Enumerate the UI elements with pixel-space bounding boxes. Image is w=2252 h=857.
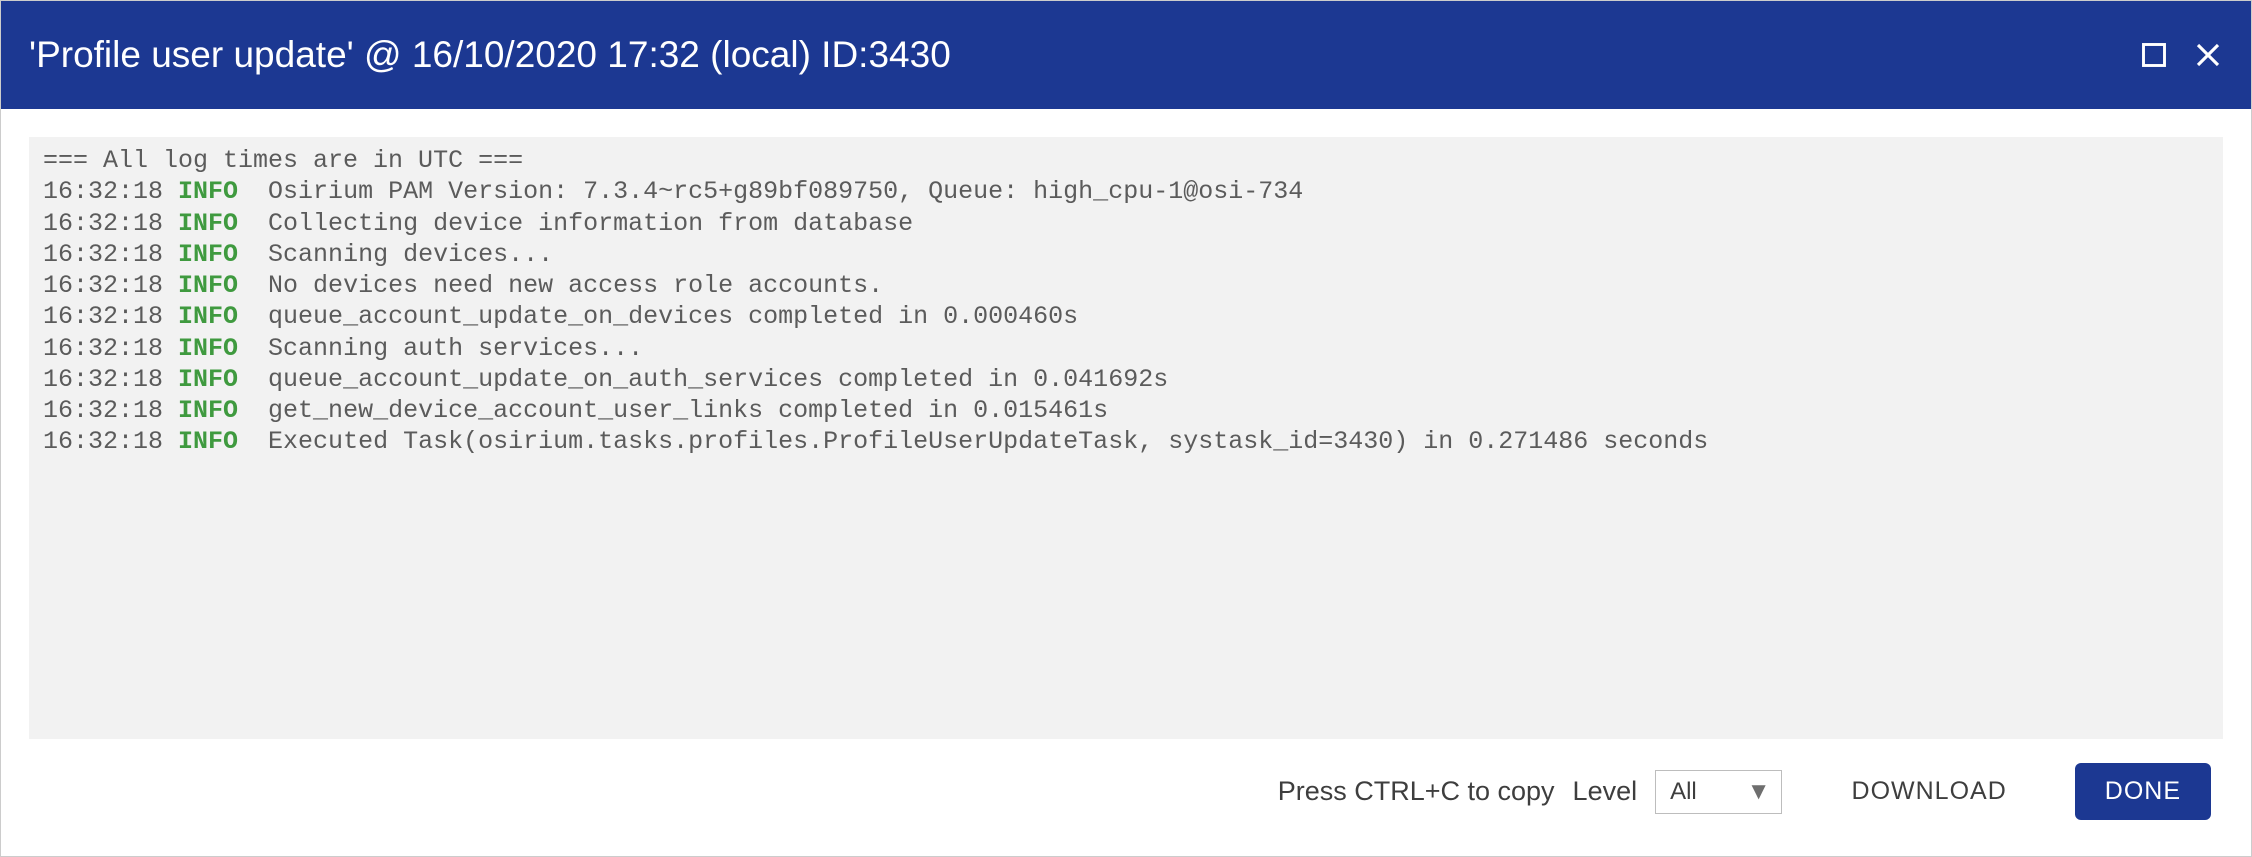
log-line: 16:32:18 INFO Osirium PAM Version: 7.3.4…: [43, 176, 2209, 207]
log-message: Executed Task(osirium.tasks.profiles.Pro…: [238, 427, 1708, 456]
log-time: 16:32:18: [43, 302, 178, 331]
log-level: INFO: [178, 365, 238, 394]
log-line: 16:32:18 INFO Executed Task(osirium.task…: [43, 426, 2209, 457]
level-select-value: All: [1670, 778, 1697, 806]
log-message: queue_account_update_on_auth_services co…: [238, 365, 1168, 394]
log-level: INFO: [178, 209, 238, 238]
level-select[interactable]: All ▼: [1655, 770, 1781, 814]
log-line: 16:32:18 INFO get_new_device_account_use…: [43, 395, 2209, 426]
log-message: No devices need new access role accounts…: [238, 271, 883, 300]
log-message: Scanning devices...: [238, 240, 553, 269]
log-message: Collecting device information from datab…: [238, 209, 913, 238]
log-message: Osirium PAM Version: 7.3.4~rc5+g89bf0897…: [238, 177, 1303, 206]
scroll-spacer: [43, 458, 2223, 459]
log-time: 16:32:18: [43, 271, 178, 300]
log-line: 16:32:18 INFO No devices need new access…: [43, 270, 2209, 301]
log-dialog: 'Profile user update' @ 16/10/2020 17:32…: [0, 0, 2252, 857]
window-controls: [2139, 40, 2223, 70]
titlebar: 'Profile user update' @ 16/10/2020 17:32…: [1, 1, 2251, 109]
log-level: INFO: [178, 302, 238, 331]
log-time: 16:32:18: [43, 209, 178, 238]
log-line: 16:32:18 INFO Collecting device informat…: [43, 208, 2209, 239]
log-line: 16:32:18 INFO queue_account_update_on_de…: [43, 301, 2209, 332]
dialog-footer: Press CTRL+C to copy Level All ▼ DOWNLOA…: [29, 739, 2223, 828]
log-line: 16:32:18 INFO Scanning devices...: [43, 239, 2209, 270]
log-message: get_new_device_account_user_links comple…: [238, 396, 1108, 425]
log-line: 16:32:18 INFO Scanning auth services...: [43, 333, 2209, 364]
log-level: INFO: [178, 334, 238, 363]
log-level: INFO: [178, 396, 238, 425]
log-time: 16:32:18: [43, 334, 178, 363]
log-time: 16:32:18: [43, 427, 178, 456]
log-output[interactable]: === All log times are in UTC ===16:32:18…: [29, 137, 2223, 739]
chevron-down-icon: ▼: [1747, 778, 1771, 806]
dialog-title: 'Profile user update' @ 16/10/2020 17:32…: [29, 34, 951, 76]
copy-hint: Press CTRL+C to copy: [1278, 776, 1555, 807]
log-header: === All log times are in UTC ===: [43, 145, 2209, 176]
log-time: 16:32:18: [43, 365, 178, 394]
done-button[interactable]: DONE: [2075, 763, 2211, 820]
dialog-content: === All log times are in UTC ===16:32:18…: [1, 109, 2251, 856]
log-level: INFO: [178, 271, 238, 300]
log-time: 16:32:18: [43, 177, 178, 206]
log-time: 16:32:18: [43, 396, 178, 425]
log-time: 16:32:18: [43, 240, 178, 269]
close-icon[interactable]: [2193, 40, 2223, 70]
maximize-icon[interactable]: [2139, 40, 2169, 70]
log-level: INFO: [178, 240, 238, 269]
log-level: INFO: [178, 177, 238, 206]
log-message: queue_account_update_on_devices complete…: [238, 302, 1078, 331]
log-level: INFO: [178, 427, 238, 456]
log-line: 16:32:18 INFO queue_account_update_on_au…: [43, 364, 2209, 395]
level-label: Level: [1573, 776, 1638, 807]
log-message: Scanning auth services...: [238, 334, 643, 363]
download-button[interactable]: DOWNLOAD: [1830, 765, 2029, 818]
